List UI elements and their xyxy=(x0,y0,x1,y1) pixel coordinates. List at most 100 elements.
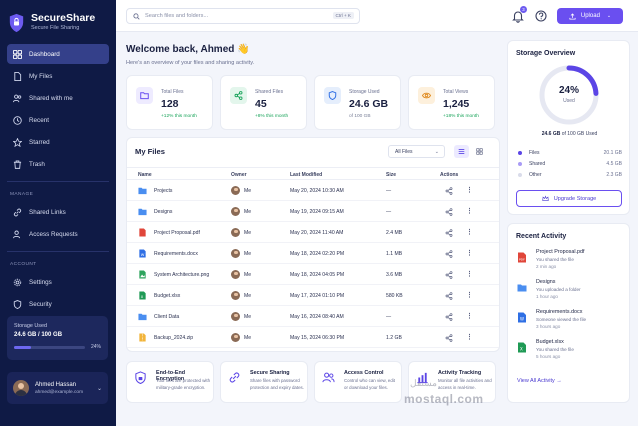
users-icon xyxy=(13,94,22,102)
stat-card-shared-files: Shared Files 45 +8% this month xyxy=(220,75,307,130)
file-name[interactable]: Requirements.docx xyxy=(154,251,198,257)
more-options-icon[interactable]: ⋮ xyxy=(466,207,473,215)
column-header-actions: Actions xyxy=(440,172,459,178)
table-row[interactable]: Project Proposal.pdf Me May 20, 2024 11:40… xyxy=(127,223,499,243)
more-options-icon[interactable]: ⋮ xyxy=(466,291,473,299)
share-icon[interactable] xyxy=(445,313,453,321)
sidebar-item-trash[interactable]: Trash xyxy=(7,154,109,174)
file-name[interactable]: Backup_2024.zip xyxy=(154,335,193,341)
stat-icon-box xyxy=(418,87,435,104)
upload-icon xyxy=(569,12,576,20)
crown-icon xyxy=(542,195,549,201)
storage-label: Storage Used xyxy=(14,323,47,329)
more-options-icon[interactable]: ⋮ xyxy=(466,312,473,320)
user-profile-menu[interactable]: Ahmed Hassan ahmed@example.com ⌄ xyxy=(7,372,108,404)
grid-icon xyxy=(13,49,22,59)
file-name[interactable]: Designs xyxy=(154,209,172,215)
sidebar-item-security[interactable]: Security xyxy=(7,294,109,314)
view-all-activity-link[interactable]: View All Activity → xyxy=(517,378,562,384)
file-name[interactable]: Projects xyxy=(154,188,172,194)
table-row[interactable]: W Requirements.docx Me May 18, 2024 02:20 P… xyxy=(127,244,499,264)
stat-value: 45 xyxy=(255,98,267,110)
file-name[interactable]: System Architecture.png xyxy=(154,272,209,278)
sidebar-item-access-requests[interactable]: Access Requests xyxy=(7,224,109,244)
doc-file-icon: W xyxy=(518,312,526,323)
app-logo[interactable]: SecureShare Secure File Sharing xyxy=(0,0,116,36)
file-filter-select[interactable]: All Files ⌄ xyxy=(388,145,445,158)
sidebar-item-dashboard[interactable]: Dashboard xyxy=(7,44,109,64)
file-modified: May 18, 2024 02:20 PM xyxy=(290,251,345,257)
stat-label: Total Files xyxy=(161,89,184,95)
column-header-owner[interactable]: Owner xyxy=(231,172,247,178)
share-icon[interactable] xyxy=(445,334,453,342)
legend-label: Other xyxy=(529,172,542,178)
activity-file: Project Proposal.pdf xyxy=(536,249,585,255)
file-name[interactable]: Client Data xyxy=(154,314,179,320)
sidebar-item-recent[interactable]: Recent xyxy=(7,110,109,130)
section-title: My Files xyxy=(135,147,165,156)
more-options-icon[interactable]: ⋮ xyxy=(466,186,473,194)
app-window: SecureShare Secure File Sharing Dashboar… xyxy=(0,0,638,426)
stat-change: +8% this month xyxy=(255,114,289,119)
storage-used-text: 24.6 GB of 100 GB Used xyxy=(508,131,631,137)
share-icon[interactable] xyxy=(445,187,453,195)
share-icon[interactable] xyxy=(445,229,453,237)
stat-card-total-views: Total Views 1,245 +18% this month xyxy=(408,75,495,130)
activity-desc: You uploaded a folder xyxy=(536,287,581,292)
activity-item[interactable]: Designs You uploaded a folder 1 hour ago xyxy=(517,279,623,303)
table-row[interactable]: Backup_2024.zip Me May 15, 2024 06:30 PM 1.… xyxy=(127,328,499,348)
table-row[interactable]: System Architecture.png Me May 18, 2024 04… xyxy=(127,265,499,285)
column-header-size[interactable]: Size xyxy=(386,172,396,178)
legend-label: Shared xyxy=(529,161,546,167)
sidebar-item-label: Shared Links xyxy=(29,208,66,216)
file-name[interactable]: Project Proposal.pdf xyxy=(154,230,200,236)
file-name[interactable]: Budget.xlsx xyxy=(154,293,180,299)
table-row[interactable]: Projects Me May 20, 2024 10:30 AM — ⋮ xyxy=(127,181,499,201)
svg-text:X: X xyxy=(520,347,523,352)
share-icon[interactable] xyxy=(445,250,453,258)
lock-icon xyxy=(135,371,146,384)
sidebar-item-my-files[interactable]: My Files xyxy=(7,66,109,86)
table-row[interactable]: X Budget.xlsx Me May 17, 2024 01:10 PM 580 K… xyxy=(127,286,499,306)
stat-icon-box xyxy=(324,87,341,104)
search-input[interactable]: Search files and folders... Ctrl + K xyxy=(126,8,360,24)
sidebar-item-shared-links[interactable]: Shared Links xyxy=(7,202,109,222)
more-options-icon[interactable]: ⋮ xyxy=(466,228,473,236)
table-row[interactable]: Client Data Me May 16, 2024 08:40 AM — ⋮ xyxy=(127,307,499,327)
activity-item[interactable]: W Requirements.docx Someone viewed the f… xyxy=(517,309,623,333)
sidebar-item-settings[interactable]: Settings xyxy=(7,272,109,292)
sidebar-item-shared-with-me[interactable]: Shared with me xyxy=(7,88,109,108)
upgrade-storage-button[interactable]: Upgrade Storage xyxy=(516,190,622,207)
grid-view-button[interactable] xyxy=(472,145,487,158)
svg-text:W: W xyxy=(141,253,145,257)
activity-time: 2 min ago xyxy=(536,264,557,269)
more-options-icon[interactable]: ⋮ xyxy=(466,333,473,341)
feature-card-encryption: End-to-End Encryption Your files are pro… xyxy=(126,361,214,403)
column-header-last-modified[interactable]: Last Modified xyxy=(290,172,322,178)
file-size: 580 KB xyxy=(386,293,403,299)
eye-icon xyxy=(422,92,431,99)
more-options-icon[interactable]: ⋮ xyxy=(466,249,473,257)
share-icon[interactable] xyxy=(445,292,453,300)
section-title: Storage Overview xyxy=(516,50,576,57)
activity-item[interactable]: X Budget.xlsx You shared the file 5 hour… xyxy=(517,339,623,363)
chevron-down-icon[interactable]: ⌄ xyxy=(97,385,102,392)
stat-change: +12% this month xyxy=(161,114,197,119)
share-icon[interactable] xyxy=(445,208,453,216)
notifications-button[interactable]: 3 xyxy=(511,6,527,23)
activity-item[interactable]: PDF Project Proposal.pdf You shared the … xyxy=(517,249,623,273)
more-options-icon[interactable]: ⋮ xyxy=(466,270,473,278)
column-header-name[interactable]: Name xyxy=(138,172,152,178)
upload-button[interactable]: Upload ⌄ xyxy=(557,8,623,24)
file-size: — xyxy=(386,209,392,215)
help-button[interactable] xyxy=(534,9,548,23)
app-subtitle: Secure File Sharing xyxy=(31,25,80,31)
legend-value: 4.5 GB xyxy=(606,161,622,167)
list-view-button[interactable] xyxy=(454,145,469,158)
sidebar-item-starred[interactable]: Starred xyxy=(7,132,109,152)
table-row[interactable]: Designs Me May 19, 2024 09:15 AM — ⋮ xyxy=(127,202,499,222)
share-icon[interactable] xyxy=(445,271,453,279)
section-label-account: ACCOUNT xyxy=(10,262,37,267)
feature-description: Monitor all file activities and access i… xyxy=(438,378,492,390)
user-name: Ahmed Hassan xyxy=(35,381,77,388)
